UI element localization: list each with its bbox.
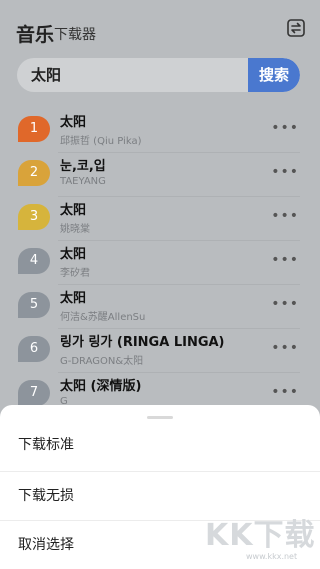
song-artist: 姚晓棠	[60, 224, 90, 235]
song-artist: G-DRAGON&太阳	[60, 356, 144, 367]
more-icon[interactable]: •••	[271, 296, 299, 312]
more-icon[interactable]: •••	[271, 252, 299, 268]
watermark-logo: KK下载	[205, 518, 316, 553]
app-header: 音乐 下载器	[0, 0, 320, 56]
rank-badge: 4	[18, 248, 50, 274]
song-row[interactable]: 4 太阳 李矽君 •••	[0, 240, 320, 284]
song-artist: TAEYANG	[60, 176, 106, 187]
rank-badge: 7	[18, 380, 50, 406]
song-title: 太阳	[60, 247, 87, 262]
song-title: 太阳	[60, 115, 87, 130]
more-icon[interactable]: •••	[271, 384, 299, 400]
song-row[interactable]: 2 눈,코,입 TAEYANG •••	[0, 152, 320, 196]
more-icon[interactable]: •••	[271, 208, 299, 224]
song-title: 太阳 (深情版)	[60, 379, 142, 394]
watermark-url: www.kkx.net	[246, 552, 298, 561]
song-row[interactable]: 5 太阳 何洁&苏醒AllenSu •••	[0, 284, 320, 328]
rank-badge: 2	[18, 160, 50, 186]
song-title: 太阳	[60, 291, 87, 306]
rank-badge: 6	[18, 336, 50, 362]
song-list: 1 太阳 邱振哲 (Qiu Pika) ••• 2 눈,코,입 TAEYANG …	[0, 108, 320, 416]
song-title: 링가 링가 (RINGA LINGA)	[60, 335, 225, 350]
song-title: 눈,코,입	[60, 159, 106, 174]
app-title: 音乐	[16, 24, 55, 46]
song-artist: 何洁&苏醒AllenSu	[60, 312, 146, 323]
rank-badge: 1	[18, 116, 50, 142]
song-title: 太阳	[60, 203, 87, 218]
swap-icon[interactable]	[286, 18, 306, 38]
song-row[interactable]: 1 太阳 邱振哲 (Qiu Pika) •••	[0, 108, 320, 152]
sheet-handle[interactable]	[147, 416, 173, 419]
more-icon[interactable]: •••	[271, 164, 299, 180]
song-artist: 李矽君	[60, 268, 90, 279]
search-button[interactable]: 搜索	[248, 58, 300, 92]
song-artist: 邱振哲 (Qiu Pika)	[60, 136, 142, 147]
more-icon[interactable]: •••	[271, 340, 299, 356]
rank-badge: 3	[18, 204, 50, 230]
song-row[interactable]: 6 링가 링가 (RINGA LINGA) G-DRAGON&太阳 •••	[0, 328, 320, 372]
search-bar: 太阳 搜索	[17, 58, 300, 92]
app-subtitle: 下载器	[54, 27, 96, 43]
search-input[interactable]: 太阳	[31, 58, 61, 92]
download-standard-option[interactable]: 下载标准	[0, 421, 320, 470]
more-icon[interactable]: •••	[271, 120, 299, 136]
song-row[interactable]: 3 太阳 姚晓棠 •••	[0, 196, 320, 240]
rank-badge: 5	[18, 292, 50, 318]
